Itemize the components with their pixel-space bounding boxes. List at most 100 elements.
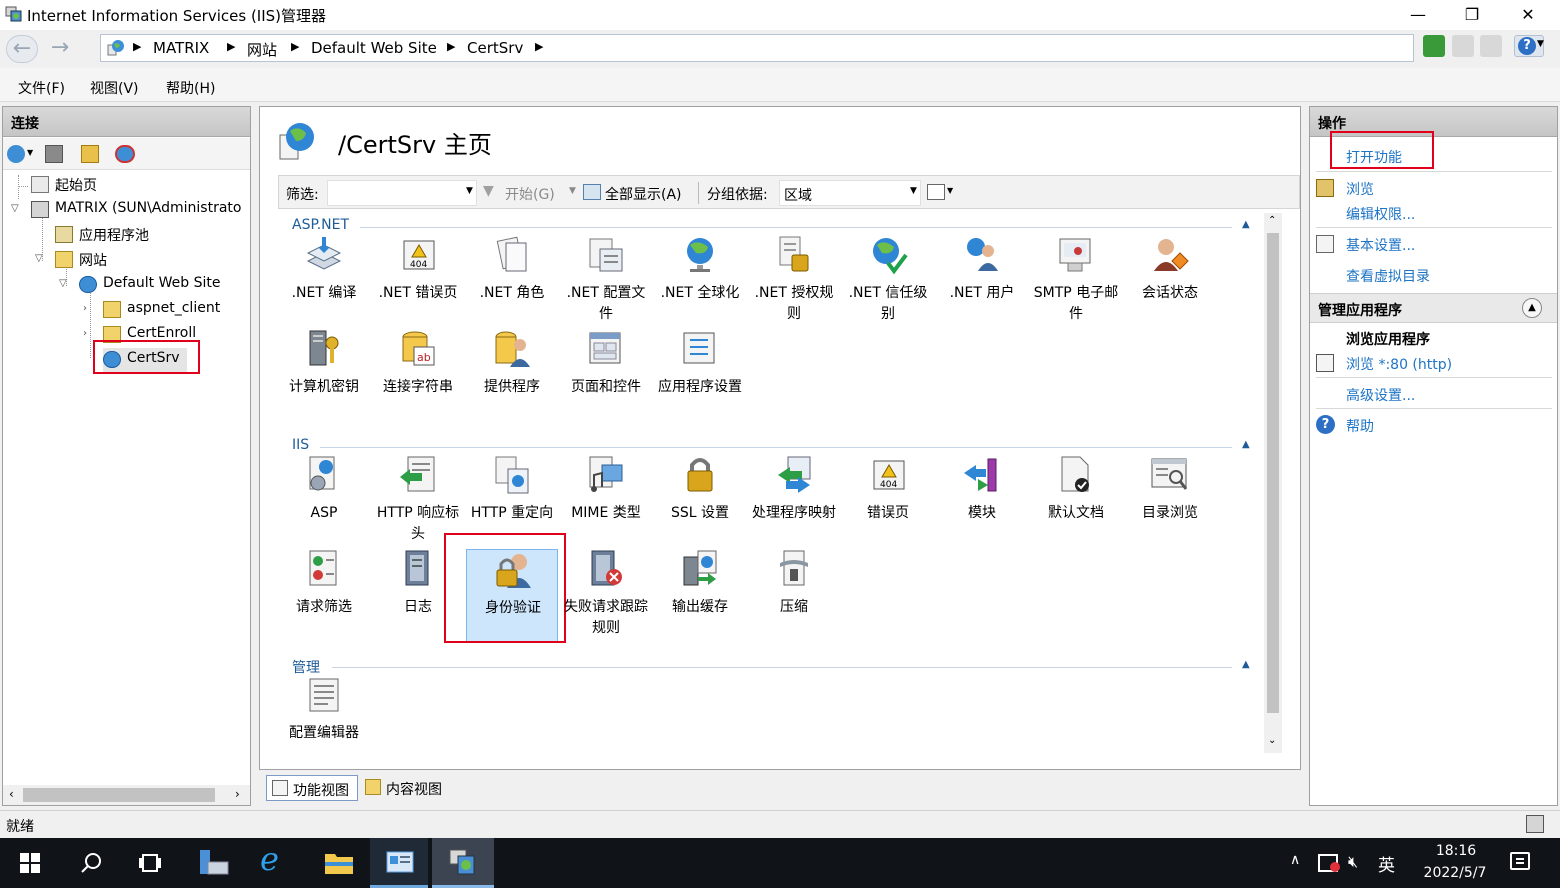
chevron-down-icon[interactable]: ▼ bbox=[27, 148, 33, 157]
chevron-down-icon[interactable]: ▼ bbox=[466, 186, 473, 196]
task-view-button[interactable] bbox=[120, 838, 178, 888]
tab-features-view[interactable]: 功能视图 bbox=[266, 775, 358, 801]
taskbar-app-button[interactable] bbox=[370, 838, 428, 888]
feature-smtp-email[interactable]: SMTP 电子邮件 bbox=[1030, 235, 1122, 329]
tab-content-view[interactable]: 内容视图 bbox=[362, 775, 454, 801]
feature-failed-request-tracing[interactable]: 失败请求跟踪规则 bbox=[560, 549, 652, 643]
menu-view[interactable]: 视图(V) bbox=[90, 78, 139, 98]
scroll-right-icon[interactable]: › bbox=[235, 787, 240, 801]
chevron-right-icon[interactable]: › bbox=[83, 328, 87, 339]
open-feature-link[interactable]: 打开功能 bbox=[1346, 147, 1402, 167]
advanced-settings-link[interactable]: 高级设置... bbox=[1346, 385, 1415, 405]
group-by-select[interactable]: 区域 ▼ bbox=[779, 180, 921, 206]
view-mode-icon[interactable] bbox=[927, 184, 945, 200]
feature-pages-controls[interactable]: 页面和控件 bbox=[560, 329, 652, 423]
feature-machine-key[interactable]: 计算机密钥 bbox=[278, 329, 370, 423]
chevron-right-icon[interactable]: › bbox=[83, 303, 87, 314]
feature-compression[interactable]: 压缩 bbox=[748, 549, 840, 643]
feature-net-profile[interactable]: .NET 配置文件 bbox=[560, 235, 652, 329]
feature-providers[interactable]: 提供程序 bbox=[466, 329, 558, 423]
feature-net-compilation[interactable]: .NET 编译 bbox=[278, 235, 370, 329]
notification-icon[interactable] bbox=[1510, 852, 1530, 870]
server-manager-button[interactable] bbox=[184, 838, 242, 888]
feature-request-filtering[interactable]: 请求筛选 bbox=[278, 549, 370, 643]
clock-time[interactable]: 18:16 bbox=[1426, 843, 1486, 859]
search-button[interactable] bbox=[60, 838, 118, 888]
feature-asp[interactable]: ASP bbox=[278, 455, 370, 549]
feature-output-caching[interactable]: 输出缓存 bbox=[654, 549, 746, 643]
feature-net-trust-levels[interactable]: .NET 信任级别 bbox=[842, 235, 934, 329]
chevron-down-icon[interactable]: ▽ bbox=[35, 253, 43, 264]
feature-net-roles[interactable]: .NET 角色 bbox=[466, 235, 558, 329]
feature-directory-browsing[interactable]: 目录浏览 bbox=[1124, 455, 1216, 549]
chevron-down-icon[interactable]: ▽ bbox=[59, 278, 67, 289]
volume-muted-icon[interactable]: 🔇︎ bbox=[1348, 852, 1358, 872]
iis-manager-taskbar-button[interactable] bbox=[432, 838, 494, 888]
folder-up-icon[interactable] bbox=[81, 145, 99, 163]
feature-net-error-pages[interactable]: 404 .NET 错误页 bbox=[372, 235, 464, 329]
start-button[interactable] bbox=[0, 838, 58, 888]
back-button[interactable]: ← bbox=[6, 35, 38, 63]
disconnect-icon[interactable] bbox=[115, 145, 135, 163]
collapse-icon[interactable]: ▲ bbox=[1522, 298, 1542, 318]
collapse-icon[interactable]: ▲ bbox=[1242, 439, 1250, 450]
scroll-down-icon[interactable]: ⌄ bbox=[1268, 735, 1276, 746]
home-icon[interactable] bbox=[1480, 35, 1502, 57]
file-explorer-button[interactable] bbox=[308, 838, 366, 888]
breadcrumb[interactable]: ▶ MATRIX ▶ 网站 ▶ Default Web Site ▶ CertS… bbox=[100, 34, 1414, 62]
tree-item-certsrv[interactable]: CertSrv bbox=[103, 348, 187, 372]
feature-handler-mappings[interactable]: 处理程序映射 bbox=[748, 455, 840, 549]
breadcrumb-matrix[interactable]: MATRIX bbox=[153, 39, 209, 57]
breadcrumb-default-web-site[interactable]: Default Web Site bbox=[311, 39, 437, 57]
show-all-icon[interactable] bbox=[583, 184, 601, 200]
chevron-down-icon[interactable]: ▼ bbox=[910, 186, 917, 196]
filter-input[interactable]: ▼ bbox=[327, 180, 477, 206]
show-all-button[interactable]: 全部显示(A) bbox=[605, 184, 682, 204]
menu-help[interactable]: 帮助(H) bbox=[166, 78, 215, 98]
feature-configuration-editor[interactable]: 配置编辑器 bbox=[278, 675, 370, 753]
vertical-scrollbar[interactable]: ⌃ ⌄ bbox=[1264, 213, 1282, 753]
browse-80-link[interactable]: 浏览 *:80 (http) bbox=[1346, 354, 1452, 374]
stop-icon[interactable] bbox=[1452, 35, 1474, 57]
feature-error-pages[interactable]: 404 错误页 bbox=[842, 455, 934, 549]
internet-explorer-button[interactable]: e bbox=[246, 838, 304, 888]
feature-modules[interactable]: 模块 bbox=[936, 455, 1028, 549]
restore-button[interactable]: ❐ bbox=[1446, 0, 1498, 30]
collapse-icon[interactable]: ▲ bbox=[1242, 659, 1250, 670]
breadcrumb-certsrv[interactable]: CertSrv bbox=[467, 39, 523, 57]
basic-settings-link[interactable]: 基本设置... bbox=[1346, 235, 1415, 255]
chevron-down-icon[interactable]: ▽ bbox=[11, 203, 19, 214]
menu-file[interactable]: 文件(F) bbox=[18, 78, 65, 98]
horizontal-scrollbar[interactable]: ‹ › bbox=[3, 785, 250, 805]
forward-button[interactable]: → bbox=[44, 35, 76, 63]
feature-mime-types[interactable]: MIME 类型 bbox=[560, 455, 652, 549]
feature-net-globalization[interactable]: .NET 全球化 bbox=[654, 235, 746, 329]
scroll-left-icon[interactable]: ‹ bbox=[9, 787, 14, 801]
feature-session-state[interactable]: 会话状态 bbox=[1124, 235, 1216, 329]
chevron-down-icon[interactable]: ▼ bbox=[947, 186, 953, 195]
save-icon[interactable] bbox=[45, 145, 63, 163]
show-hidden-icons-button[interactable]: ∧ bbox=[1290, 852, 1300, 868]
input-language[interactable]: 英 bbox=[1378, 851, 1395, 876]
chevron-down-icon[interactable]: ▼ bbox=[569, 186, 576, 196]
feature-default-document[interactable]: 默认文档 bbox=[1030, 455, 1122, 549]
close-button[interactable]: ✕ bbox=[1502, 0, 1554, 30]
network-icon[interactable] bbox=[1318, 854, 1340, 872]
scroll-thumb[interactable] bbox=[1267, 233, 1279, 713]
collapse-icon[interactable]: ▲ bbox=[1242, 219, 1250, 230]
start-button[interactable]: 开始(G) bbox=[505, 184, 555, 204]
feature-net-users[interactable]: .NET 用户 bbox=[936, 235, 1028, 329]
view-virtual-dirs-link[interactable]: 查看虚拟目录 bbox=[1346, 266, 1430, 286]
funnel-icon[interactable]: ▼ bbox=[483, 183, 494, 199]
feature-connection-strings[interactable]: ab 连接字符串 bbox=[372, 329, 464, 423]
minimize-button[interactable]: — bbox=[1392, 0, 1444, 30]
feature-net-authorization-rules[interactable]: .NET 授权规则 bbox=[748, 235, 840, 329]
edit-permissions-link[interactable]: 编辑权限... bbox=[1346, 204, 1415, 224]
connect-icon[interactable] bbox=[7, 145, 25, 163]
scroll-up-icon[interactable]: ⌃ bbox=[1268, 215, 1276, 226]
feature-app-settings[interactable]: 应用程序设置 bbox=[654, 329, 746, 423]
scroll-thumb[interactable] bbox=[23, 788, 215, 802]
help-link[interactable]: 帮助 bbox=[1346, 416, 1374, 436]
help-icon[interactable]: ? ▼ bbox=[1514, 35, 1544, 57]
breadcrumb-sites[interactable]: 网站 bbox=[247, 39, 277, 60]
